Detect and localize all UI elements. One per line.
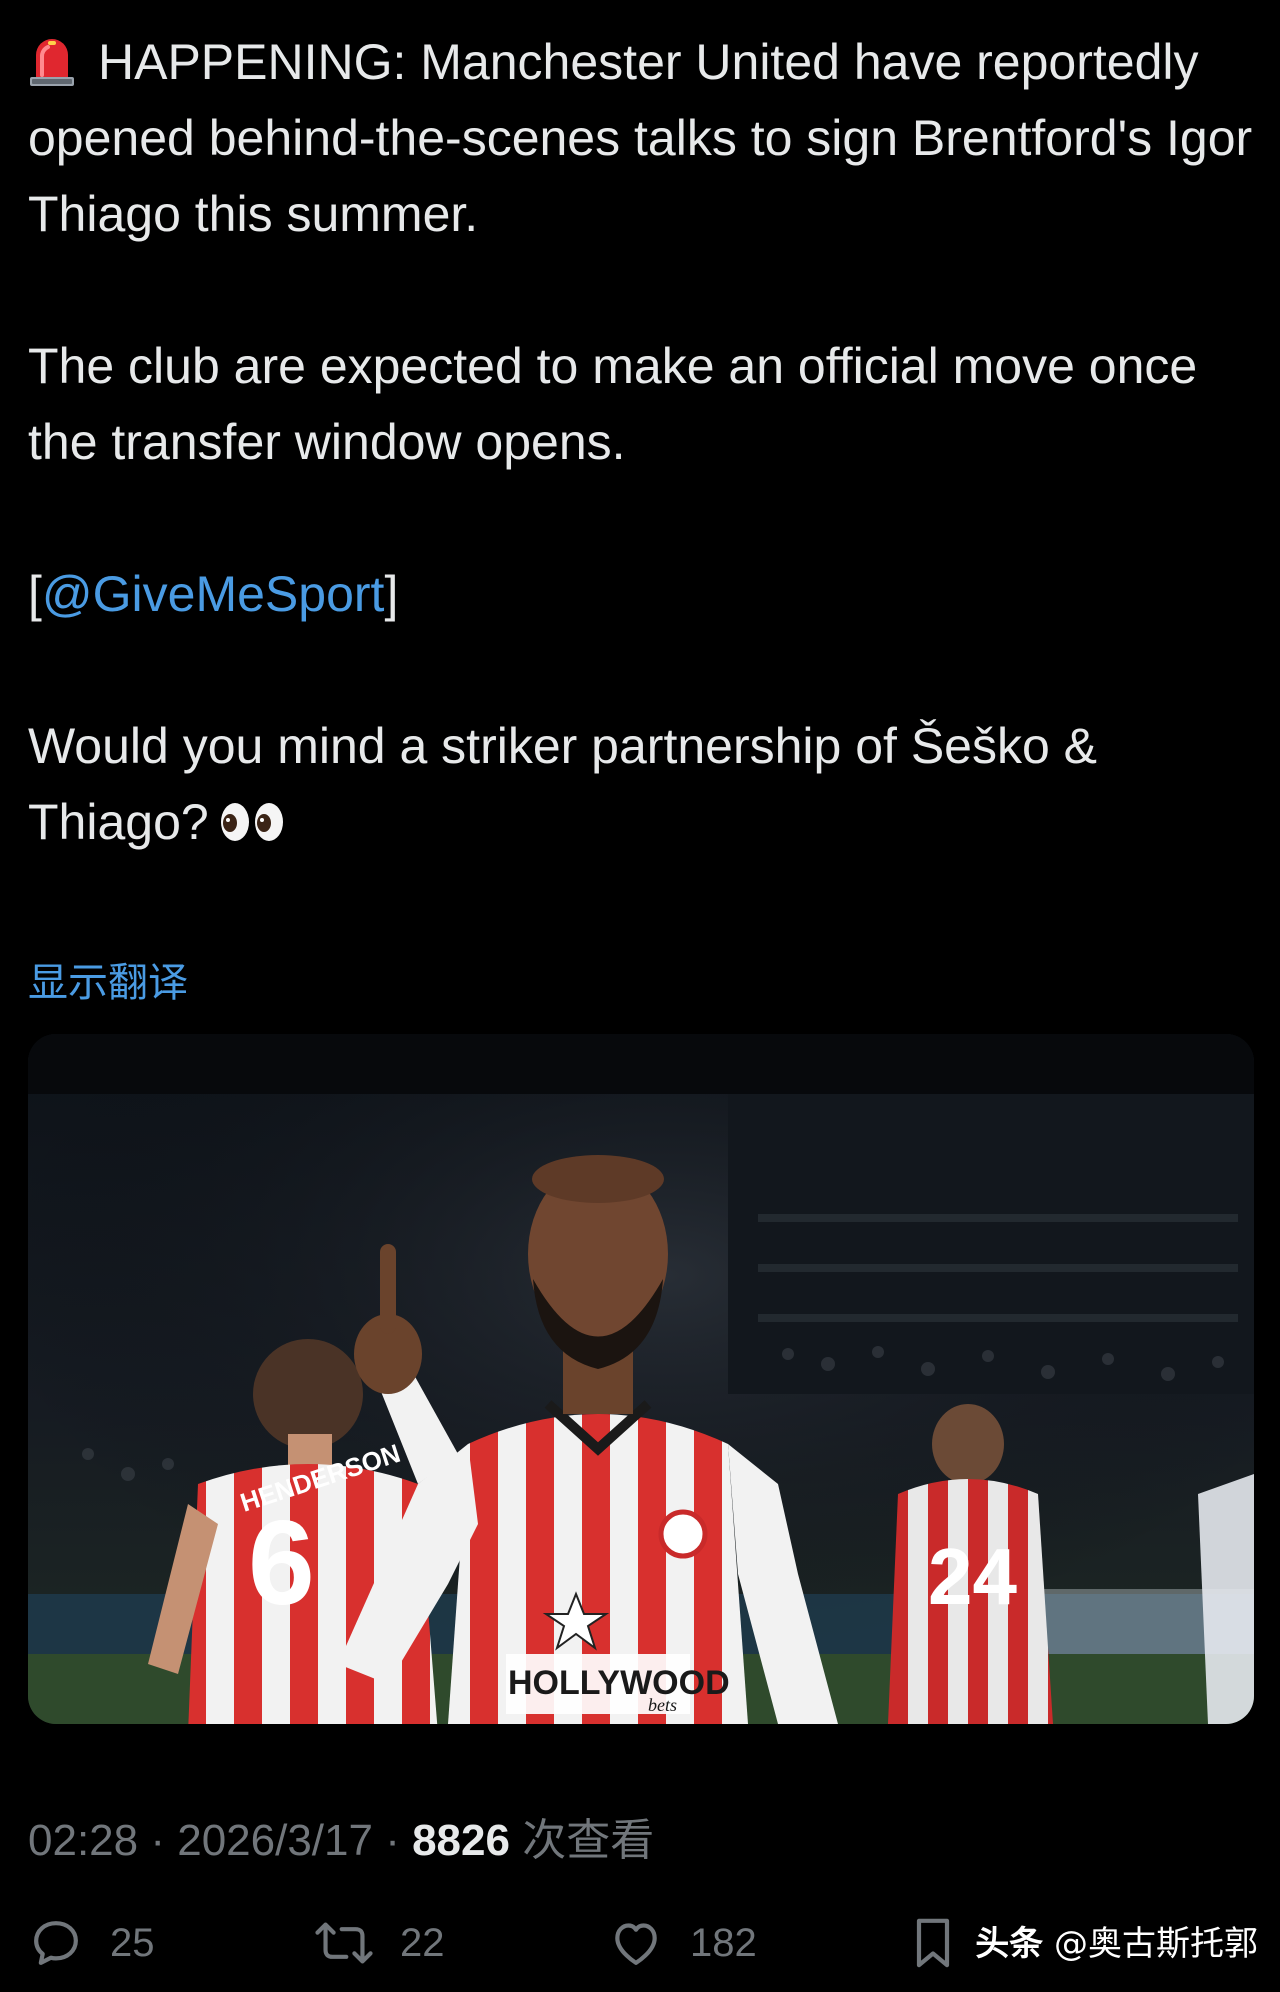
heart-icon	[608, 1915, 664, 1971]
like-count: 182	[690, 1920, 757, 1965]
police-light-icon	[28, 32, 76, 86]
left-player-number: 6	[248, 1496, 315, 1630]
tweet-paragraph-3: [@GiveMeSport]	[28, 566, 399, 622]
tweet-time[interactable]: 02:28	[28, 1816, 138, 1865]
repost-icon	[314, 1915, 374, 1971]
tweet-paragraph-2: The club are expected to make an officia…	[28, 338, 1198, 470]
views-label: 次查看	[509, 1816, 655, 1865]
tweet: HAPPENING: Manchester United have report…	[28, 0, 1258, 1968]
right-player-number: 24	[928, 1532, 1017, 1621]
repost-count: 22	[400, 1920, 445, 1965]
reply-icon	[28, 1915, 84, 1971]
mention-link[interactable]: @GiveMeSport	[42, 566, 385, 622]
tweet-meta: 02:28 · 2026/3/17 · 8826 次查看	[28, 1816, 655, 1865]
kit-sponsor-subtext: bets	[648, 1695, 677, 1715]
views-count: 8826	[412, 1816, 510, 1865]
watermark-brand: 头条	[975, 1924, 1044, 1964]
tweet-text: HAPPENING: Manchester United have report…	[28, 24, 1258, 860]
eyes-icon	[219, 788, 285, 841]
kit-sponsor-text: HOLLYWOOD	[508, 1664, 730, 1702]
show-translation-link[interactable]: 显示翻译	[28, 950, 188, 1008]
repost-button[interactable]: 22	[314, 1908, 445, 1978]
tweet-paragraph-1: HAPPENING: Manchester United have report…	[28, 32, 1253, 242]
like-button[interactable]: 182	[608, 1908, 757, 1978]
reply-button[interactable]: 25	[28, 1908, 155, 1978]
bookmark-button[interactable]	[908, 1908, 958, 1978]
tweet-paragraph-4: Would you mind a striker partnership of …	[28, 718, 1098, 850]
reply-count: 25	[110, 1920, 155, 1965]
watermark-handle: @奥古斯托郭	[1043, 1924, 1258, 1964]
toutiao-watermark: 头条 @奥古斯托郭	[975, 1916, 1258, 1965]
bookmark-icon	[908, 1915, 958, 1971]
tweet-date[interactable]: 2026/3/17	[177, 1816, 373, 1865]
tweet-media-photo[interactable]: 6 HENDERSON 24 HOLLYWOOD bets	[28, 1034, 1254, 1724]
